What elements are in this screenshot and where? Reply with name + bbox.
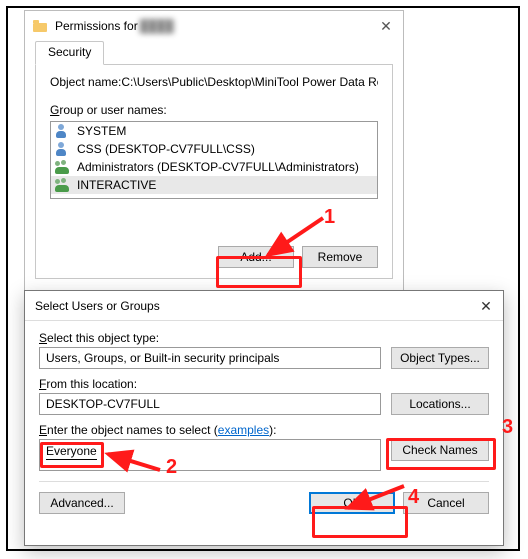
cancel-button[interactable]: Cancel (403, 492, 489, 514)
list-item[interactable]: CSS (DESKTOP-CV7FULL\CSS) (51, 140, 377, 158)
location-label: From this location: (39, 377, 489, 391)
close-icon[interactable]: ✕ (469, 291, 503, 321)
select-users-titlebar[interactable]: Select Users or Groups ✕ (25, 291, 503, 321)
tab-security[interactable]: Security (35, 41, 104, 65)
user-icon (55, 124, 71, 138)
user-icon (55, 142, 71, 156)
permissions-dialog: Permissions for ████ ✕ Security Object n… (24, 10, 404, 296)
list-item[interactable]: SYSTEM (51, 122, 377, 140)
folder-icon (33, 20, 47, 32)
locations-button[interactable]: Locations... (391, 393, 489, 415)
list-item-label: CSS (DESKTOP-CV7FULL\CSS) (77, 142, 255, 156)
object-type-label: Select this object type: (39, 331, 489, 345)
group-names-label: Group or user names: (50, 103, 167, 117)
close-icon[interactable]: ✕ (369, 11, 403, 41)
select-users-dialog: Select Users or Groups ✕ Select this obj… (24, 290, 504, 546)
object-types-button[interactable]: Object Types... (391, 347, 489, 369)
object-names-value: Everyone (46, 444, 97, 460)
list-item-label: SYSTEM (77, 124, 126, 138)
ok-button[interactable]: OK (309, 492, 395, 514)
list-item-label: Administrators (DESKTOP-CV7FULL\Administ… (77, 160, 359, 174)
object-name-label: Object name: (50, 75, 121, 89)
object-names-input[interactable]: Everyone (39, 439, 381, 471)
list-item[interactable]: Administrators (DESKTOP-CV7FULL\Administ… (51, 158, 377, 176)
permissions-title-hidden: ████ (140, 19, 174, 33)
list-item-label: INTERACTIVE (77, 178, 156, 192)
divider (39, 481, 489, 482)
object-name-value: C:\Users\Public\Desktop\MiniTool Power D… (121, 75, 378, 89)
group-user-list[interactable]: SYSTEM CSS (DESKTOP-CV7FULL\CSS) Adminis… (50, 121, 378, 199)
list-item[interactable]: INTERACTIVE (51, 176, 377, 194)
object-type-field[interactable]: Users, Groups, or Built-in security prin… (39, 347, 381, 369)
enter-names-label: Enter the object names to select (exampl… (39, 423, 489, 437)
permissions-title-text: Permissions for (55, 19, 138, 33)
select-users-title-text: Select Users or Groups (35, 299, 160, 313)
group-icon (55, 178, 71, 192)
group-icon (55, 160, 71, 174)
location-field[interactable]: DESKTOP-CV7FULL (39, 393, 381, 415)
examples-link[interactable]: examples (218, 423, 269, 437)
tab-strip: Security (35, 41, 393, 65)
check-names-button[interactable]: Check Names (391, 439, 489, 461)
advanced-button[interactable]: Advanced... (39, 492, 125, 514)
add-button[interactable]: Add... (218, 246, 294, 268)
permissions-titlebar[interactable]: Permissions for ████ ✕ (25, 11, 403, 41)
remove-button[interactable]: Remove (302, 246, 378, 268)
